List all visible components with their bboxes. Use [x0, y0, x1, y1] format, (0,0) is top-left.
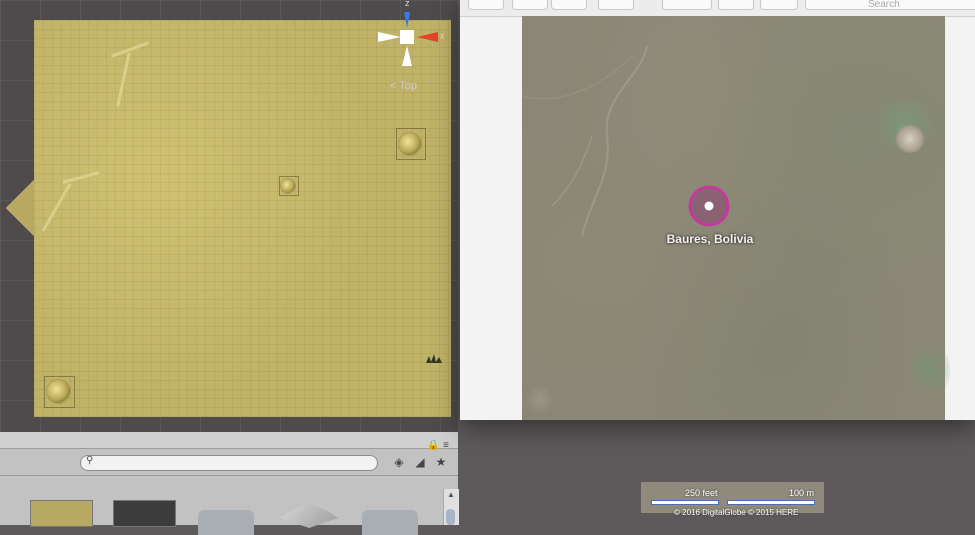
gizmo-x-cone[interactable]	[417, 32, 438, 42]
map-mound	[525, 385, 555, 415]
sidebar-toggle-button[interactable]	[468, 0, 504, 10]
directions-button[interactable]	[662, 0, 712, 10]
terrain-mound[interactable]	[47, 380, 70, 403]
tag-icon[interactable]: ◢	[411, 453, 429, 471]
terrain-mound[interactable]	[399, 133, 421, 155]
gizmo-x-label: x	[440, 31, 445, 41]
view-name: Top	[399, 80, 418, 92]
view-arrow: <	[390, 80, 397, 92]
menu-icon[interactable]: ≡	[443, 440, 449, 451]
search-icon: ⚲	[86, 455, 94, 466]
scrollbar-thumb[interactable]	[446, 509, 455, 525]
folder-icon[interactable]	[198, 510, 254, 535]
view-label[interactable]: < Top	[390, 80, 417, 92]
satellite-map[interactable]	[522, 16, 945, 420]
maps-search-placeholder: Search	[868, 0, 900, 10]
divider	[0, 475, 458, 476]
gizmo-negx-cone[interactable]	[378, 32, 401, 42]
scale-meters-label: 100 m	[789, 488, 815, 498]
view-button[interactable]	[598, 0, 634, 10]
scale-line-feet	[651, 500, 719, 505]
zoom-out-button[interactable]	[512, 0, 548, 10]
info-button[interactable]	[718, 0, 754, 10]
location-label[interactable]: Baures, Bolivia	[650, 232, 770, 246]
location-pin-icon[interactable]	[688, 185, 730, 227]
terrain-mound[interactable]	[281, 179, 295, 193]
search-input[interactable]	[80, 455, 378, 471]
vegetation-patch	[910, 340, 950, 400]
gizmo-z-cone[interactable]	[404, 12, 410, 28]
bush-icon	[426, 354, 442, 363]
folder-icon[interactable]	[362, 510, 418, 535]
map-trails	[522, 45, 648, 237]
zoom-in-button[interactable]	[551, 0, 587, 10]
asset-thumb-terrain[interactable]	[30, 500, 93, 527]
star-icon[interactable]: ★	[432, 453, 450, 471]
scale-line-meters	[727, 500, 815, 505]
gizmo-z-label: z	[405, 0, 410, 8]
terrain[interactable]	[34, 20, 451, 417]
asset-thumb-dark[interactable]	[113, 500, 176, 527]
gizmo-center[interactable]	[400, 30, 414, 44]
share-button[interactable]	[760, 0, 798, 10]
lock-icon[interactable]: 🔒	[427, 440, 439, 451]
map-copyright: © 2016 DigitalGlobe © 2015 HERE	[674, 508, 799, 517]
map-mound	[895, 125, 925, 153]
scale-feet-label: 250 feet	[685, 488, 718, 498]
gizmo-negz-cone[interactable]	[402, 46, 412, 66]
scroll-up-icon[interactable]: ▲	[447, 490, 455, 499]
project-panel-header	[0, 432, 458, 449]
maps-search-field[interactable]: Search	[805, 0, 975, 10]
filter-icon[interactable]: ◈	[390, 453, 408, 471]
